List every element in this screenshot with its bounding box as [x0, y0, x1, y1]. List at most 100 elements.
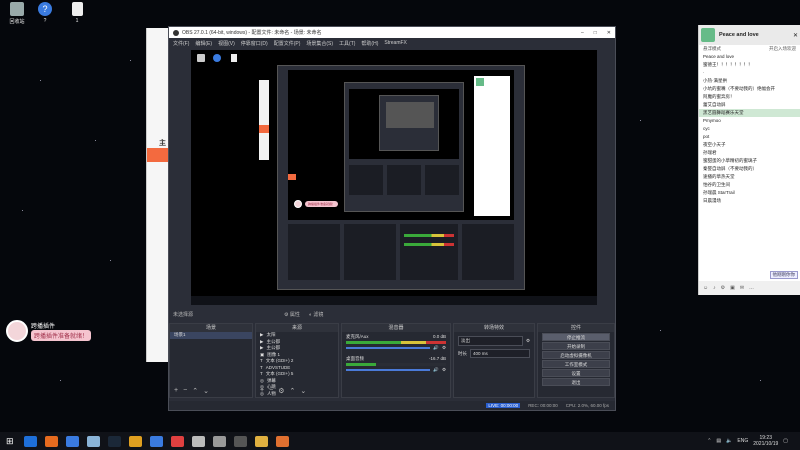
taskbar-app-icon[interactable] [23, 435, 37, 447]
chat-row[interactable]: 孙瑞君 [699, 149, 800, 157]
chat-row[interactable]: 蜜甜蛋的小草精初的蜜璃子 [699, 157, 800, 165]
remove-scene-icon[interactable]: − [183, 387, 187, 395]
close-icon[interactable]: ✕ [793, 32, 798, 39]
scene-item[interactable]: 场景1 [170, 332, 252, 339]
recycle-bin-icon[interactable]: 回收站 [4, 2, 30, 25]
mini-action-button[interactable]: 他刚刚你你 [769, 271, 798, 279]
studio-mode-button[interactable]: 工作室模式 [542, 360, 610, 368]
menu-streamfx[interactable]: StreamFX [384, 40, 407, 46]
gear-icon[interactable]: ⚙ [442, 345, 446, 351]
taskbar-app-icon[interactable] [170, 435, 184, 447]
speaker-icon[interactable]: 🔊 [433, 367, 439, 373]
gear-icon[interactable]: ⚙ [442, 367, 446, 373]
add-scene-icon[interactable]: + [174, 387, 178, 395]
settings-icon[interactable]: ⚙ [721, 285, 725, 291]
chat-row[interactable]: Peace and love [699, 53, 800, 61]
volume-slider[interactable] [346, 347, 431, 349]
taskbar-steam-icon[interactable] [107, 435, 121, 447]
chat-row[interactable]: 秦婴自动屏（不要动我的） [699, 165, 800, 173]
volume-icon[interactable]: 🔈 [726, 438, 732, 444]
stop-streaming-button[interactable]: 停止推流 [542, 333, 610, 341]
chat-window[interactable]: Peace and love ✕ 悬浮模式 开启入场欢迎 Peace and l… [698, 25, 800, 295]
more-icon[interactable]: … [749, 285, 754, 291]
chat-row[interactable]: 蕾艾自动屏 [699, 101, 800, 109]
properties-button[interactable]: ⚙ 属性 [284, 311, 300, 318]
start-menu-icon[interactable]: ⊞ [6, 436, 14, 447]
add-source-icon[interactable]: + [260, 387, 264, 395]
network-icon[interactable]: ▤ [716, 438, 721, 444]
tray-overflow-icon[interactable]: ⌃ [707, 438, 711, 444]
background-app-heading: 主 [159, 140, 166, 147]
settings-button[interactable]: 设置 [542, 369, 610, 377]
chat-row-highlighted[interactable]: 黑艺圆舞蹈赛乐天堂 [699, 109, 800, 117]
minimize-icon[interactable]: – [581, 30, 584, 36]
chat-row[interactable]: cyc [699, 125, 800, 133]
taskbar-app-icon[interactable] [191, 435, 205, 447]
menu-docks[interactable]: 停靠窗口(D) [241, 40, 268, 47]
move-down-icon[interactable]: ⌄ [203, 387, 209, 395]
menu-edit[interactable]: 编辑(E) [195, 40, 212, 47]
taskbar-app-icon[interactable] [86, 435, 100, 447]
menu-view[interactable]: 视图(V) [218, 40, 235, 47]
taskbar-app-icon[interactable] [65, 435, 79, 447]
menu-profile[interactable]: 配置文件(P) [274, 40, 301, 47]
obs-window[interactable]: OBS 27.0.1 (64-bit, windows) - 配置文件: 未命名… [168, 26, 616, 411]
speaker-icon[interactable]: 🔊 [433, 345, 439, 351]
volume-slider[interactable] [346, 369, 431, 371]
obs-statusbar: LIVE: 00:00:00 REC: 00:00:00 CPU: 2.0%, … [169, 401, 615, 410]
taskbar-app-icon[interactable] [275, 435, 289, 447]
exit-button[interactable]: 退出 [542, 378, 610, 386]
chat-row[interactable]: Pmymoo [699, 117, 800, 125]
chat-footer: ☺ ♪ ⚙ ▣ ✉ … [699, 281, 800, 295]
chat-row[interactable]: 小坑的蜜嘴（不要动我的）绝幅会开 [699, 85, 800, 93]
notification-icon[interactable]: ▢ [783, 438, 788, 444]
chat-row[interactable]: · [699, 69, 800, 77]
cross-stream-plugin-bubble: 跨播插件 跨播插件准备就绪！ [6, 320, 92, 342]
taskbar-app-icon[interactable] [233, 435, 247, 447]
file-shortcut-icon[interactable]: 1 [64, 2, 90, 24]
language-indicator[interactable]: ENG [737, 438, 748, 444]
start-recording-button[interactable]: 开始录制 [542, 342, 610, 350]
clock[interactable]: 19:23 2021/10/19 [753, 435, 778, 447]
gift-icon[interactable]: ✉ [740, 285, 744, 291]
chat-row[interactable]: 怕谷的卫生间 [699, 181, 800, 189]
close-icon[interactable]: ✕ [607, 30, 611, 36]
welcome-toggle[interactable]: 开启入场欢迎 [769, 46, 796, 52]
chat-row[interactable]: 速播的草热天堂 [699, 173, 800, 181]
chat-row[interactable]: 日晨漫场 [699, 197, 800, 205]
no-source-selected: 未选择源 [173, 312, 194, 318]
move-up-icon[interactable]: ⌃ [192, 387, 198, 395]
filters-button[interactable]: ◐ 滤镜 [309, 311, 323, 318]
start-virtual-camera-button[interactable]: 启动虚拟摄像机 [542, 351, 610, 359]
duration-label: 时长 [458, 350, 467, 356]
gear-icon[interactable]: ⚙ [278, 387, 284, 395]
transition-select[interactable]: 淡出 [458, 336, 523, 346]
move-up-icon[interactable]: ⌃ [289, 387, 295, 395]
taskbar-app-icon[interactable] [149, 435, 163, 447]
emoji-icon[interactable]: ☺ [703, 285, 708, 291]
image-icon[interactable]: ▣ [730, 285, 735, 291]
menu-file[interactable]: 文件(F) [173, 40, 189, 47]
duration-input[interactable]: 400 ms [470, 349, 530, 358]
taskbar-app-icon[interactable] [254, 435, 268, 447]
remove-source-icon[interactable]: − [269, 387, 273, 395]
chat-row[interactable]: 蜜德王！！！！！！！！ [699, 61, 800, 69]
taskbar-folder-icon[interactable] [128, 435, 142, 447]
menu-scene-collection[interactable]: 场景集合(S) [306, 40, 333, 47]
menu-tools[interactable]: 工具(T) [339, 40, 355, 47]
taskbar-firefox-icon[interactable] [44, 435, 58, 447]
move-down-icon[interactable]: ⌄ [300, 387, 306, 395]
help-shortcut-icon[interactable]: ? ? [32, 2, 58, 24]
mic-icon[interactable]: ♪ [713, 285, 716, 291]
chat-row[interactable]: 阿魔的蜜奔房！ [699, 93, 800, 101]
gear-icon[interactable]: ⚙ [526, 338, 530, 344]
chat-row[interactable]: 孙瑞晨 StarTrail [699, 189, 800, 197]
taskbar-app-icon[interactable] [212, 435, 226, 447]
menu-help[interactable]: 帮助(H) [361, 40, 378, 47]
float-mode-toggle[interactable]: 悬浮模式 [703, 46, 721, 52]
chat-row[interactable]: 夜空小天子 [699, 141, 800, 149]
chat-row[interactable]: 小热·满星拱 [699, 77, 800, 85]
obs-preview-canvas[interactable]: 跨播插件准备就绪！ [191, 50, 597, 305]
chat-row[interactable]: pot [699, 133, 800, 141]
maximize-icon[interactable]: □ [594, 30, 597, 36]
